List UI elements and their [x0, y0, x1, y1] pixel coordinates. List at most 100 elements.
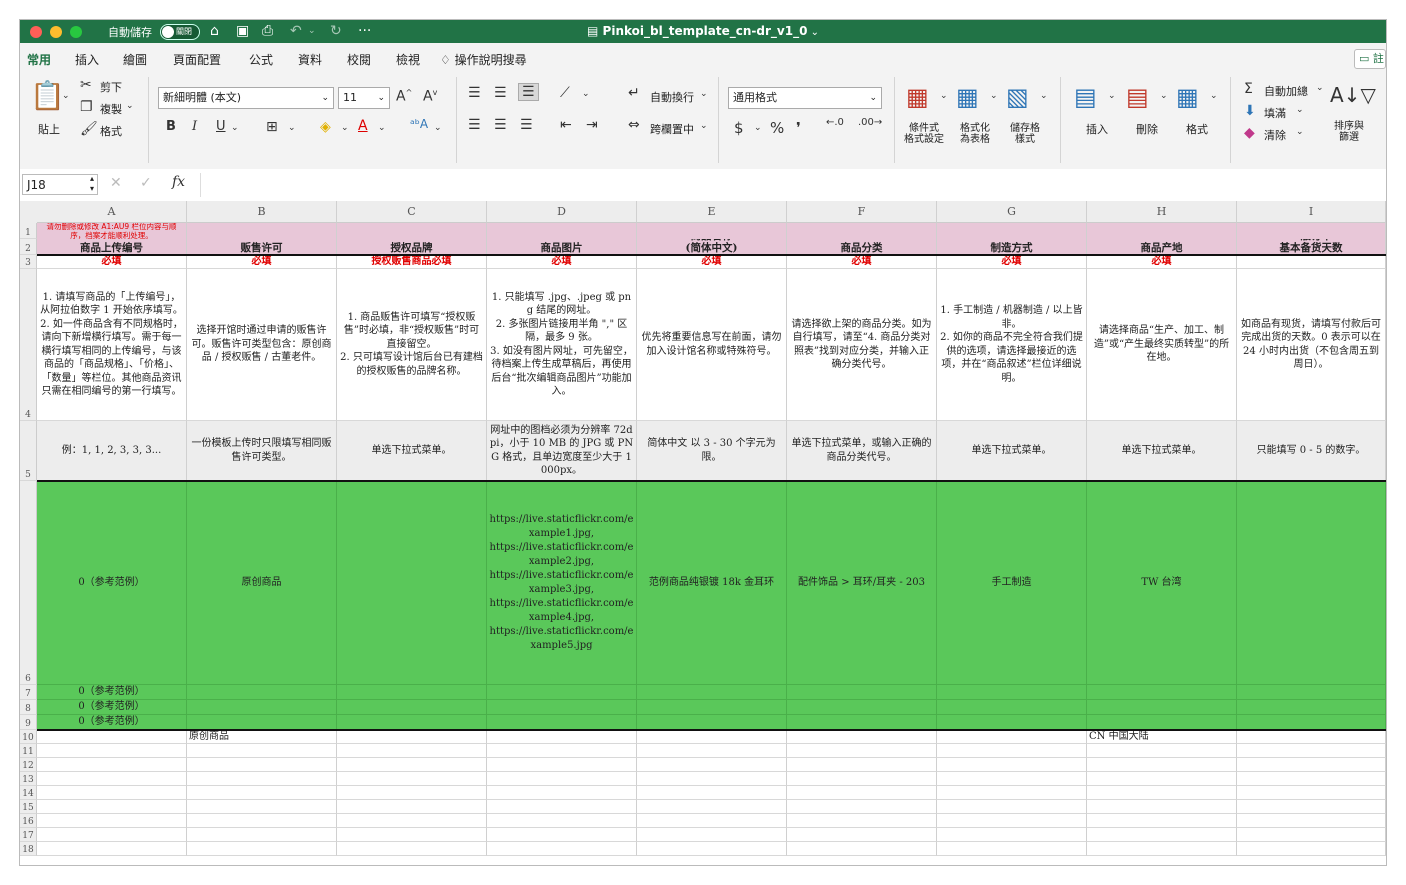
cell-r12-f[interactable]: [787, 758, 937, 772]
cell-r14-f[interactable]: [787, 786, 937, 800]
required-cell-b[interactable]: 必填: [187, 255, 337, 269]
phonetic-dropdown-icon[interactable]: ⌄: [434, 123, 442, 133]
sample-cell-r9-i[interactable]: [1237, 715, 1386, 730]
decrease-font-icon[interactable]: Av: [423, 88, 437, 105]
cell-r11-f[interactable]: [787, 744, 937, 758]
column-header-g[interactable]: G: [937, 201, 1087, 223]
wrap-text-dropdown-icon[interactable]: ⌄: [700, 89, 708, 99]
conditional-format-icon[interactable]: ▦: [906, 83, 929, 111]
tab-data[interactable]: 資料: [298, 51, 322, 68]
currency-dropdown-icon[interactable]: ⌄: [754, 123, 762, 133]
cell-r18-g[interactable]: [937, 842, 1087, 856]
cell-r18-c[interactable]: [337, 842, 487, 856]
merge-center-icon[interactable]: ⇔: [628, 117, 640, 133]
insert-cells-icon[interactable]: ▤: [1074, 83, 1097, 111]
sample-cell-r7-c[interactable]: [337, 685, 487, 700]
instruction-cell-i[interactable]: 如商品有现货，请填写付款后可完成出货的天数。0 表示可以在 24 小时内出货（不…: [1237, 269, 1386, 421]
cell-r1-h[interactable]: [1087, 223, 1237, 239]
instruction-cell-b[interactable]: 选择开馆时通过申请的贩售许可。贩售许可类型包含：原创商品 / 授权贩售 / 古董…: [187, 269, 337, 421]
sample-cell-r8-i[interactable]: [1237, 700, 1386, 715]
format-table-icon[interactable]: ▦: [956, 83, 979, 111]
cell-r16-f[interactable]: [787, 814, 937, 828]
cell-r13-a[interactable]: [37, 772, 187, 786]
sample-cell-r8-f[interactable]: [787, 700, 937, 715]
cell-r10-b[interactable]: 原创商品: [187, 730, 337, 744]
number-format-select[interactable]: 通用格式 ⌄: [728, 87, 882, 109]
sort-filter-icon[interactable]: A↓▽: [1330, 83, 1376, 107]
cell-r12-c[interactable]: [337, 758, 487, 772]
example-cell-h[interactable]: 单选下拉式菜单。: [1087, 421, 1237, 481]
sample-cell-r7-i[interactable]: [1237, 685, 1386, 700]
cell-r11-g[interactable]: [937, 744, 1087, 758]
clear-icon[interactable]: ◆: [1244, 125, 1255, 141]
merge-center-button[interactable]: 跨欄置中: [650, 121, 694, 137]
select-all-corner[interactable]: [20, 201, 38, 224]
sample-cell-r8-c[interactable]: [337, 700, 487, 715]
cell-r17-b[interactable]: [187, 828, 337, 842]
cell-r18-b[interactable]: [187, 842, 337, 856]
cell-r15-d[interactable]: [487, 800, 637, 814]
header-cell-h[interactable]: 商品产地: [1087, 239, 1237, 255]
cell-r15-f[interactable]: [787, 800, 937, 814]
font-size-select[interactable]: 11 ⌄: [338, 87, 390, 109]
paste-label[interactable]: 貼上: [38, 121, 60, 137]
cell-r10-f[interactable]: [787, 730, 937, 744]
fill-button[interactable]: 填滿: [1264, 105, 1286, 121]
merge-center-dropdown-icon[interactable]: ⌄: [700, 121, 708, 131]
sample-cell-r7-e[interactable]: [637, 685, 787, 700]
sample-cell-r8-a[interactable]: 0（参考范例）: [37, 700, 187, 715]
cell-r1-f[interactable]: [787, 223, 937, 239]
instruction-cell-a[interactable]: 1. 请填写商品的「上传编号」，从阿拉伯数字 1 开始依序填写。 2. 如一件商…: [37, 269, 187, 421]
tab-review[interactable]: 校閱: [347, 51, 371, 68]
cell-r1-b[interactable]: [187, 223, 337, 239]
row-header-18[interactable]: 18: [20, 842, 37, 856]
borders-icon[interactable]: ⊞: [266, 119, 278, 135]
cell-r18-h[interactable]: [1087, 842, 1237, 856]
sample-cell-r8-b[interactable]: [187, 700, 337, 715]
format-cells-dropdown-icon[interactable]: ⌄: [1210, 91, 1218, 101]
cell-r11-c[interactable]: [337, 744, 487, 758]
cell-r13-d[interactable]: [487, 772, 637, 786]
required-cell-f[interactable]: 必填: [787, 255, 937, 269]
example-cell-i[interactable]: 只能填写 0 - 5 的数字。: [1237, 421, 1386, 481]
format-table-button[interactable]: 格式化 為表格: [960, 123, 990, 145]
increase-font-icon[interactable]: A^: [396, 88, 412, 105]
cell-r14-h[interactable]: [1087, 786, 1237, 800]
sample-cell-i[interactable]: [1237, 481, 1386, 685]
sample-cell-r8-g[interactable]: [937, 700, 1087, 715]
cell-r1-c[interactable]: [337, 223, 487, 239]
align-left-icon[interactable]: ☰: [468, 117, 481, 133]
cell-r17-h[interactable]: [1087, 828, 1237, 842]
cell-r11-a[interactable]: [37, 744, 187, 758]
tell-me-search[interactable]: ♢ 操作說明搜尋: [440, 51, 527, 68]
row-header-2[interactable]: 2: [20, 239, 37, 255]
format-table-dropdown-icon[interactable]: ⌄: [990, 91, 998, 101]
cell-r10-c[interactable]: [337, 730, 487, 744]
cell-styles-button[interactable]: 儲存格 樣式: [1010, 123, 1040, 145]
paste-icon[interactable]: 📋: [30, 79, 65, 112]
required-cell-g[interactable]: 必填: [937, 255, 1087, 269]
row-header-4[interactable]: 4: [20, 269, 37, 421]
cell-r13-f[interactable]: [787, 772, 937, 786]
instruction-cell-e[interactable]: 优先将重要信息写在前面，请勿加入设计馆名称或特殊符号。: [637, 269, 787, 421]
conditional-format-button[interactable]: 條件式 格式設定: [904, 123, 944, 145]
column-header-d[interactable]: D: [487, 201, 637, 223]
cell-r13-g[interactable]: [937, 772, 1087, 786]
cell-r15-b[interactable]: [187, 800, 337, 814]
copy-dropdown-icon[interactable]: ⌄: [126, 101, 134, 111]
fill-color-icon[interactable]: ◈: [320, 119, 331, 135]
align-top-icon[interactable]: ☰: [468, 85, 481, 101]
cell-r11-b[interactable]: [187, 744, 337, 758]
sample-cell-r9-b[interactable]: [187, 715, 337, 730]
delete-cells-button[interactable]: 刪除: [1136, 121, 1158, 137]
cell-r11-h[interactable]: [1087, 744, 1237, 758]
header-cell-f[interactable]: 商品分类: [787, 239, 937, 255]
cut-icon[interactable]: ✂: [80, 77, 92, 93]
example-cell-e[interactable]: 简体中文 以 3 - 30 个字元为限。: [637, 421, 787, 481]
cell-r14-g[interactable]: [937, 786, 1087, 800]
cell-r17-d[interactable]: [487, 828, 637, 842]
cell-r12-a[interactable]: [37, 758, 187, 772]
cancel-entry-icon[interactable]: ✕: [110, 175, 122, 191]
required-cell-h[interactable]: 必填: [1087, 255, 1237, 269]
cell-r13-e[interactable]: [637, 772, 787, 786]
